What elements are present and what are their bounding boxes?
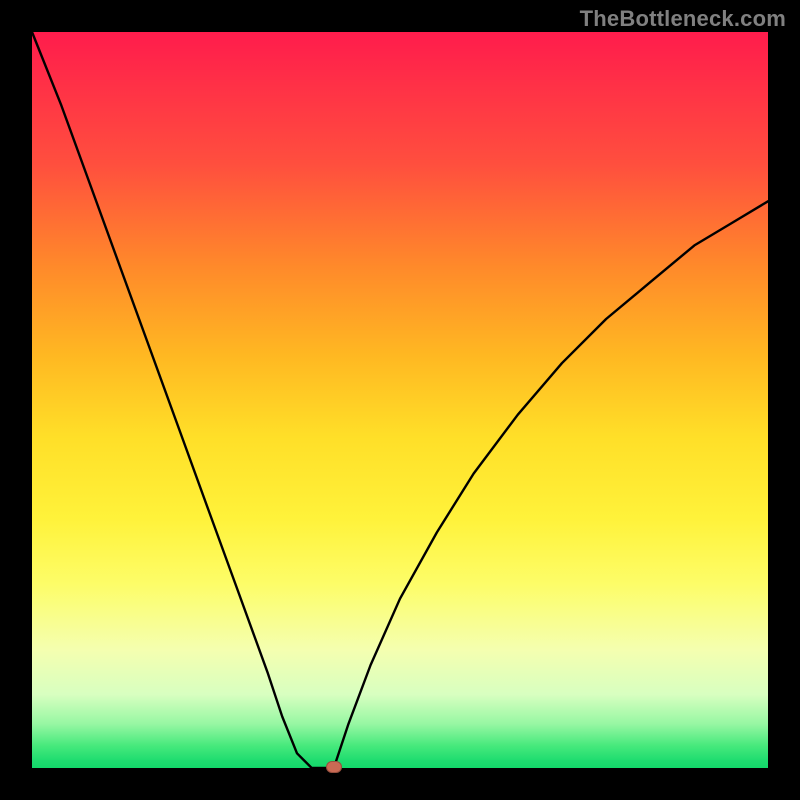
optimum-marker [326, 761, 342, 773]
bottleneck-curve [32, 32, 768, 768]
chart-frame: TheBottleneck.com [0, 0, 800, 800]
curve-path [32, 32, 768, 768]
watermark-text: TheBottleneck.com [580, 6, 786, 32]
